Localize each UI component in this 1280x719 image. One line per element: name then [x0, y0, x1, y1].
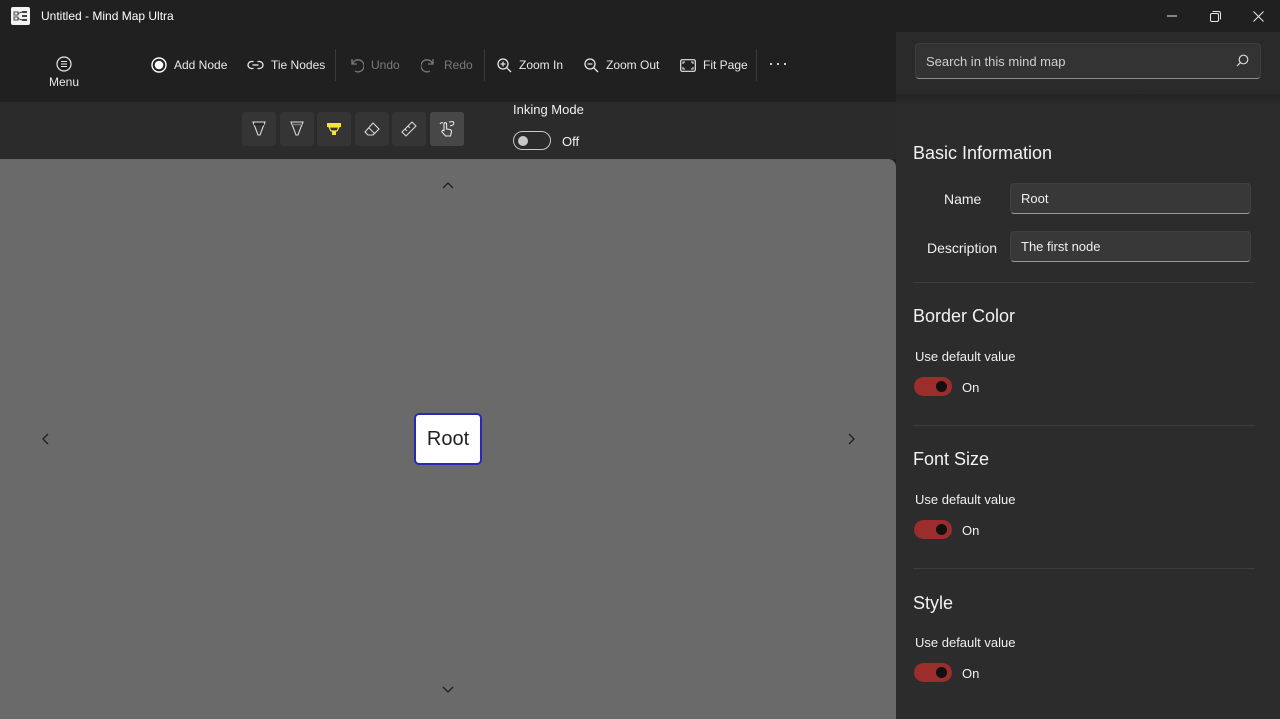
pencil-tip-icon [289, 121, 304, 136]
eraser-icon [364, 122, 380, 136]
ruler-button[interactable] [392, 112, 427, 146]
inking-mode-label: Inking Mode [513, 102, 584, 117]
search-box[interactable] [915, 43, 1261, 79]
font-size-toggle-state: On [962, 523, 980, 538]
minimize-button[interactable] [1150, 0, 1194, 32]
menu-button[interactable]: Menu [38, 56, 90, 96]
description-label: Description [927, 240, 998, 256]
ballpoint-pen-button[interactable] [242, 112, 276, 146]
link-icon [247, 60, 264, 70]
search-area [896, 32, 1280, 102]
border-color-default-label: Use default value [915, 349, 1016, 364]
zoom-in-button[interactable]: Zoom In [497, 52, 563, 78]
redo-button[interactable]: Redo [421, 52, 473, 78]
ballpoint-pen-icon [252, 121, 266, 136]
zoom-in-icon [497, 57, 512, 72]
zoom-out-button[interactable]: Zoom Out [584, 52, 659, 78]
font-size-title: Font Size [913, 449, 990, 469]
fit-page-label: Fit Page [703, 58, 748, 72]
scroll-right-button[interactable] [848, 433, 856, 445]
section-divider [913, 282, 1255, 283]
tie-nodes-label: Tie Nodes [271, 58, 326, 72]
undo-label: Undo [371, 58, 400, 72]
font-size-default-label: Use default value [915, 492, 1016, 507]
touch-writing-button[interactable] [429, 112, 464, 146]
chevron-up-icon [442, 182, 454, 189]
scroll-left-button[interactable] [41, 433, 49, 445]
toolbar-separator [484, 49, 485, 81]
inking-mode-state: Off [562, 134, 580, 149]
highlighter-icon [327, 123, 342, 135]
scroll-up-button[interactable] [442, 181, 454, 189]
fit-page-icon [680, 58, 696, 72]
close-button[interactable] [1236, 0, 1280, 32]
root-node[interactable]: Root [414, 413, 482, 465]
toggle-knob [936, 381, 947, 392]
chevron-left-icon [42, 433, 49, 445]
window-title: Untitled - Mind Map Ultra [41, 9, 174, 23]
font-size-default-toggle[interactable] [914, 520, 952, 539]
fit-page-button[interactable]: Fit Page [680, 52, 748, 78]
add-node-icon [151, 57, 167, 73]
scroll-down-button[interactable] [442, 686, 454, 694]
section-divider [913, 568, 1255, 569]
close-icon [1252, 10, 1264, 22]
highlighter-button[interactable] [317, 112, 352, 146]
add-node-label: Add Node [174, 58, 228, 72]
command-bar: Menu Add Node Tie Nodes Undo Redo Zoom I… [0, 32, 896, 102]
properties-panel: Basic Information Name Description Borde… [896, 32, 1280, 719]
zoom-out-icon [584, 57, 599, 72]
mind-map-app-icon [11, 7, 30, 25]
add-node-button[interactable]: Add Node [151, 52, 227, 78]
inking-mode-toggle[interactable] [513, 131, 551, 150]
chevron-right-icon [848, 433, 855, 445]
basic-information-title: Basic Information [913, 143, 1053, 163]
toolbar-separator [335, 49, 336, 81]
section-divider [913, 425, 1255, 426]
border-color-title: Border Color [913, 306, 1016, 326]
ink-tool-group [242, 112, 468, 146]
style-default-toggle[interactable] [914, 663, 952, 682]
zoom-in-label: Zoom In [519, 58, 564, 72]
border-color-toggle-state: On [962, 380, 980, 395]
toggle-knob [518, 136, 528, 146]
eraser-button[interactable] [354, 112, 389, 146]
restore-button[interactable] [1193, 0, 1237, 32]
toolbar-separator [756, 49, 757, 81]
name-label: Name [944, 191, 982, 207]
undo-button[interactable]: Undo [348, 52, 400, 78]
description-field[interactable] [1010, 231, 1251, 262]
chevron-down-icon [442, 686, 454, 693]
toggle-knob [936, 667, 947, 678]
title-bar: Untitled - Mind Map Ultra [0, 0, 1280, 32]
ruler-icon [401, 121, 418, 137]
style-default-label: Use default value [915, 635, 1016, 650]
toggle-knob [936, 524, 947, 535]
undo-icon [351, 59, 364, 73]
search-input[interactable] [926, 44, 1226, 78]
search-icon[interactable] [1236, 54, 1249, 67]
zoom-out-label: Zoom Out [606, 58, 660, 72]
menu-label: Menu [48, 75, 80, 89]
inking-toolbar: Inking Mode Off [0, 102, 896, 159]
touch-writing-icon [439, 120, 455, 137]
style-title: Style [913, 593, 954, 613]
search-shadow [896, 94, 1280, 106]
redo-icon [421, 59, 434, 73]
name-field[interactable] [1010, 183, 1251, 214]
mind-map-canvas[interactable]: Root [0, 159, 896, 719]
more-options-button[interactable]: ··· [768, 52, 792, 78]
pencil-button[interactable] [279, 112, 314, 146]
menu-icon [56, 56, 72, 72]
minimize-icon [1167, 15, 1177, 17]
redo-label: Redo [444, 58, 473, 72]
restore-icon [1209, 10, 1221, 22]
style-toggle-state: On [962, 666, 980, 681]
tie-nodes-button[interactable]: Tie Nodes [247, 52, 325, 78]
border-color-default-toggle[interactable] [914, 377, 952, 396]
